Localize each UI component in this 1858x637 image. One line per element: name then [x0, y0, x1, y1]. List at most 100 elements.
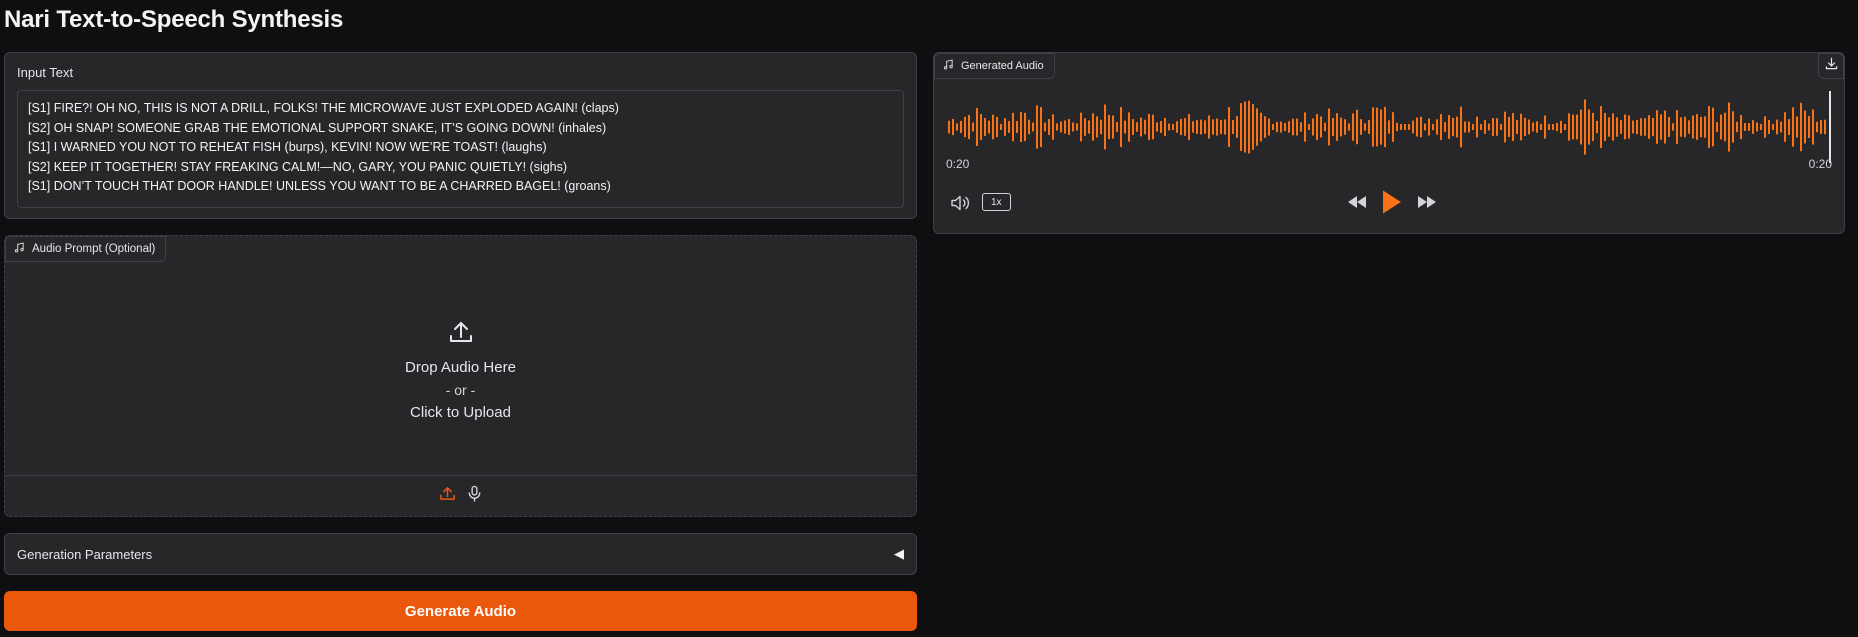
- waveform-bar: [1540, 124, 1542, 130]
- music-note-icon: [14, 242, 25, 256]
- download-icon: [1825, 57, 1838, 75]
- waveform-bar: [1264, 116, 1266, 138]
- waveform-bar: [1592, 112, 1594, 142]
- playhead-cursor[interactable]: [1829, 91, 1831, 163]
- audio-prompt-label-text: Audio Prompt (Optional): [32, 243, 156, 255]
- input-text-panel: Input Text [S1] FIRE?! OH NO, THIS IS NO…: [4, 52, 917, 219]
- waveform-bar: [1088, 120, 1090, 134]
- waveform-bar: [1812, 109, 1814, 145]
- waveform-bar: [992, 114, 994, 140]
- waveform-bar: [1768, 120, 1770, 134]
- waveform-bar: [1512, 113, 1514, 141]
- waveform-bar: [1484, 120, 1486, 134]
- waveform-bar: [1628, 115, 1630, 139]
- waveform-bar: [1488, 123, 1490, 131]
- audio-dropzone[interactable]: Drop Audio Here - or - Click to Upload: [5, 262, 916, 476]
- waveform-bar: [1468, 121, 1470, 133]
- waveform-bar: [1384, 106, 1386, 148]
- waveform-bar: [1704, 116, 1706, 138]
- waveform-bar: [1624, 114, 1626, 140]
- waveform-bar: [1372, 107, 1374, 147]
- collapse-caret-icon: ◀: [894, 546, 904, 561]
- waveform-bar: [1616, 117, 1618, 137]
- waveform-bar: [1420, 116, 1422, 138]
- text-line: [S1] I WARNED YOU NOT TO REHEAT FISH (bu…: [28, 140, 547, 154]
- waveform[interactable]: [946, 85, 1832, 169]
- waveform-bar: [1800, 102, 1802, 152]
- waveform-bar: [1452, 117, 1454, 137]
- waveform-bar: [1344, 119, 1346, 135]
- waveform-bar: [1296, 118, 1298, 136]
- waveform-bar: [1072, 122, 1074, 132]
- waveform-bar: [1816, 121, 1818, 133]
- waveform-bar: [1584, 99, 1586, 155]
- playback-rate-button[interactable]: 1x: [982, 193, 1011, 211]
- waveform-bar: [1392, 112, 1394, 142]
- audio-prompt-label: Audio Prompt (Optional): [5, 236, 167, 262]
- waveform-bar: [1284, 123, 1286, 131]
- waveform-bar: [1220, 119, 1222, 135]
- microphone-icon[interactable]: [466, 485, 483, 507]
- waveform-bar: [1256, 108, 1258, 146]
- rewind-icon[interactable]: [1345, 194, 1369, 210]
- upload-source-icon[interactable]: [439, 485, 456, 507]
- waveform-bar: [1216, 118, 1218, 136]
- waveform-bar: [1640, 118, 1642, 136]
- waveform-bar: [1056, 123, 1058, 131]
- waveform-bar: [1756, 122, 1758, 132]
- waveform-bar: [1408, 124, 1410, 130]
- waveform-bar: [1504, 111, 1506, 143]
- waveform-bar: [1472, 124, 1474, 130]
- waveform-bar: [1440, 114, 1442, 140]
- generate-audio-button[interactable]: Generate Audio: [4, 591, 917, 631]
- waveform-bar: [1112, 115, 1114, 139]
- waveform-bar: [1804, 110, 1806, 144]
- generation-parameters-accordion[interactable]: Generation Parameters ◀: [4, 533, 917, 575]
- waveform-bar: [1248, 100, 1250, 154]
- waveform-bar: [956, 123, 958, 131]
- waveform-bar: [1304, 112, 1306, 142]
- waveform-bar: [1576, 114, 1578, 140]
- waveform-bar: [1536, 121, 1538, 133]
- input-textarea[interactable]: [S1] FIRE?! OH NO, THIS IS NOT A DRILL, …: [17, 90, 904, 208]
- waveform-bar: [1432, 123, 1434, 131]
- waveform-bar: [1152, 114, 1154, 140]
- waveform-bar: [984, 117, 986, 137]
- volume-icon[interactable]: [950, 193, 972, 218]
- waveform-bar: [1104, 104, 1106, 150]
- download-button[interactable]: [1818, 53, 1844, 79]
- waveform-bar: [1188, 114, 1190, 140]
- waveform-bar: [1572, 114, 1574, 140]
- waveform-bar: [1128, 112, 1130, 142]
- waveform-bar: [1560, 120, 1562, 134]
- fast-forward-icon[interactable]: [1415, 194, 1439, 210]
- waveform-bar: [1028, 119, 1030, 135]
- waveform-bar: [1276, 121, 1278, 133]
- waveform-bar: [1148, 114, 1150, 140]
- play-icon[interactable]: [1381, 189, 1403, 215]
- waveform-bar: [1364, 123, 1366, 131]
- waveform-bar: [1156, 122, 1158, 132]
- waveform-bar: [1376, 107, 1378, 147]
- waveform-bar: [1600, 106, 1602, 148]
- waveform-bar: [1732, 111, 1734, 143]
- waveform-bar: [1692, 115, 1694, 139]
- waveform-bar: [1180, 118, 1182, 136]
- waveform-bar: [1520, 113, 1522, 141]
- waveform-bar: [1748, 123, 1750, 131]
- waveform-bar: [1116, 122, 1118, 132]
- waveform-bar: [1020, 112, 1022, 142]
- waveform-bar: [1492, 118, 1494, 136]
- waveform-bar: [1516, 120, 1518, 134]
- waveform-bar: [1744, 122, 1746, 132]
- waveform-bar: [976, 107, 978, 147]
- waveform-bar: [1684, 116, 1686, 138]
- waveform-bar: [996, 116, 998, 138]
- waveform-bar: [1720, 114, 1722, 140]
- waveform-bar: [1464, 121, 1466, 133]
- waveform-bar: [1212, 119, 1214, 135]
- waveform-bar: [1668, 117, 1670, 137]
- waveform-bar: [1544, 115, 1546, 139]
- waveform-bar: [1052, 114, 1054, 140]
- waveform-bar: [1648, 115, 1650, 139]
